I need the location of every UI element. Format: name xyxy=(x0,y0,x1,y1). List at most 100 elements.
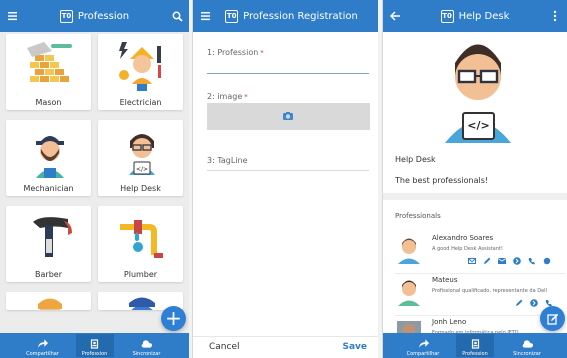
nav-label: Sincronizar xyxy=(513,351,541,357)
nav-label: Compartilhar xyxy=(406,351,440,357)
profession-input[interactable] xyxy=(207,73,369,74)
phone-action[interactable] xyxy=(528,257,536,265)
professional-description: Profissional qualificado, representante … xyxy=(432,288,547,294)
menu-button[interactable] xyxy=(0,0,24,32)
search-button[interactable] xyxy=(165,0,189,32)
cancel-button[interactable]: Cancel xyxy=(209,342,240,352)
tile-partial-next[interactable] xyxy=(6,292,91,310)
professional-description: A good Help Desk Assistant! xyxy=(432,246,503,252)
nav-sync[interactable]: Sincronizar xyxy=(128,334,166,357)
profession-tagline: The best professionals! xyxy=(395,176,489,185)
barber-icon xyxy=(33,217,72,257)
mechanician-icon xyxy=(36,136,64,178)
section-divider xyxy=(383,193,567,200)
chevron-right-icon xyxy=(513,257,521,265)
cloud-icon xyxy=(522,340,533,348)
plus-icon: + xyxy=(165,306,182,330)
tile-barber[interactable]: Barber xyxy=(6,206,91,282)
professional-name: Alexandro Soares xyxy=(432,234,494,242)
edit-action[interactable] xyxy=(515,299,523,307)
mason-icon xyxy=(27,42,72,82)
nav-label: Profession xyxy=(462,351,488,357)
nav-label: Compartilhar xyxy=(26,351,59,357)
tile-mason[interactable]: Mason xyxy=(6,34,91,110)
chat-action[interactable] xyxy=(543,257,551,265)
save-button[interactable]: Save xyxy=(342,342,367,352)
tile-label: Mason xyxy=(35,98,62,107)
menu-button[interactable] xyxy=(193,0,217,32)
tagline-input[interactable] xyxy=(207,170,369,171)
app-bar: T0 Profession Registration xyxy=(193,0,378,32)
tile-help-desk[interactable]: </> Help Desk xyxy=(98,120,183,196)
tile-label: Electrician xyxy=(119,98,162,107)
app-logo-icon: T0 xyxy=(59,9,73,23)
bottom-navigation: Compartilhar Profession Sincronizar xyxy=(0,333,189,358)
chat-icon xyxy=(543,257,551,265)
email-action[interactable] xyxy=(468,257,476,265)
nav-label: Sincronizar xyxy=(132,351,161,357)
edit-action[interactable] xyxy=(483,257,491,265)
app-title: Profession Registration xyxy=(243,10,358,22)
tagline-field-label: 3: TagLine xyxy=(207,156,248,165)
nav-share[interactable]: Compartilhar xyxy=(24,334,62,357)
image-field-label: 2: image * xyxy=(207,92,248,101)
plumber-icon xyxy=(120,220,163,258)
app-title-area: T0 Profession Registration xyxy=(217,9,378,23)
help-desk-large-icon: </> xyxy=(445,44,511,143)
profession-avatar-icon xyxy=(38,298,62,310)
more-vert-icon xyxy=(553,10,557,22)
share-icon xyxy=(418,339,429,348)
share-icon xyxy=(37,339,48,348)
more-options-button[interactable] xyxy=(543,0,567,32)
professionals-header: Professionals xyxy=(395,212,441,220)
tile-electrician[interactable]: Electrician xyxy=(98,34,183,110)
message-icon xyxy=(498,258,506,264)
image-label-text: 2: image xyxy=(207,92,243,101)
profession-name: Help Desk xyxy=(395,155,436,164)
required-marker: * xyxy=(244,93,248,101)
tile-plumber[interactable]: Plumber xyxy=(98,206,183,282)
edit-icon xyxy=(484,257,491,264)
navigate-action[interactable] xyxy=(513,257,521,265)
back-arrow-icon xyxy=(389,11,400,21)
profession-registration-screen: T0 Profession Registration 1: Profession… xyxy=(192,0,378,358)
profession-icon xyxy=(471,339,479,349)
camera-icon xyxy=(283,112,293,120)
menu-icon xyxy=(7,12,17,21)
edit-profession-fab[interactable] xyxy=(540,306,565,331)
nav-profession[interactable]: Profession xyxy=(75,334,114,357)
app-title: Profession xyxy=(77,10,130,22)
electrician-icon xyxy=(119,42,161,91)
profession-list-screen: T0 Profession Mason Electrician Mechanic… xyxy=(0,0,189,358)
profession-avatar-icon xyxy=(129,297,155,310)
tile-mechanician[interactable]: Mechanician xyxy=(6,120,91,196)
nav-profession[interactable]: Profession xyxy=(456,334,494,357)
nav-sync[interactable]: Sincronizar xyxy=(508,334,546,357)
email-icon xyxy=(468,258,476,264)
message-action[interactable] xyxy=(498,257,506,265)
professional-name: Mateus xyxy=(432,276,458,284)
tile-label: Plumber xyxy=(123,270,158,279)
edit-icon xyxy=(546,313,558,325)
avatar xyxy=(398,280,420,306)
profession-icon xyxy=(90,339,99,349)
add-profession-fab[interactable]: + xyxy=(161,306,186,331)
cloud-icon xyxy=(141,340,152,348)
profession-detail-screen: T0 Help Desk </> Help Desk The best prof… xyxy=(382,0,567,358)
avatar xyxy=(398,238,420,264)
image-picker[interactable] xyxy=(207,103,370,130)
professional-row[interactable]: Mateus Profissional qualificado, represe… xyxy=(395,271,566,316)
profession-field-label: 1: Profession * xyxy=(207,48,264,57)
tagline-label-text: 3: TagLine xyxy=(207,156,248,165)
nav-share[interactable]: Compartilhar xyxy=(404,334,442,357)
required-marker: * xyxy=(260,49,264,57)
app-bar: T0 Profession xyxy=(0,0,189,32)
three-phone-screens: T0 Profession Mason Electrician Mechanic… xyxy=(0,0,567,358)
bottom-navigation: Compartilhar Profession Sincronizar xyxy=(383,333,567,358)
chevron-right-icon xyxy=(530,299,538,307)
professional-row[interactable]: Alexandro Soares A good Help Desk Assist… xyxy=(395,229,566,274)
form-actions: Cancel Save xyxy=(193,336,378,358)
navigate-action[interactable] xyxy=(530,299,538,307)
profession-label-text: 1: Profession xyxy=(207,48,259,57)
back-button[interactable] xyxy=(383,0,407,32)
